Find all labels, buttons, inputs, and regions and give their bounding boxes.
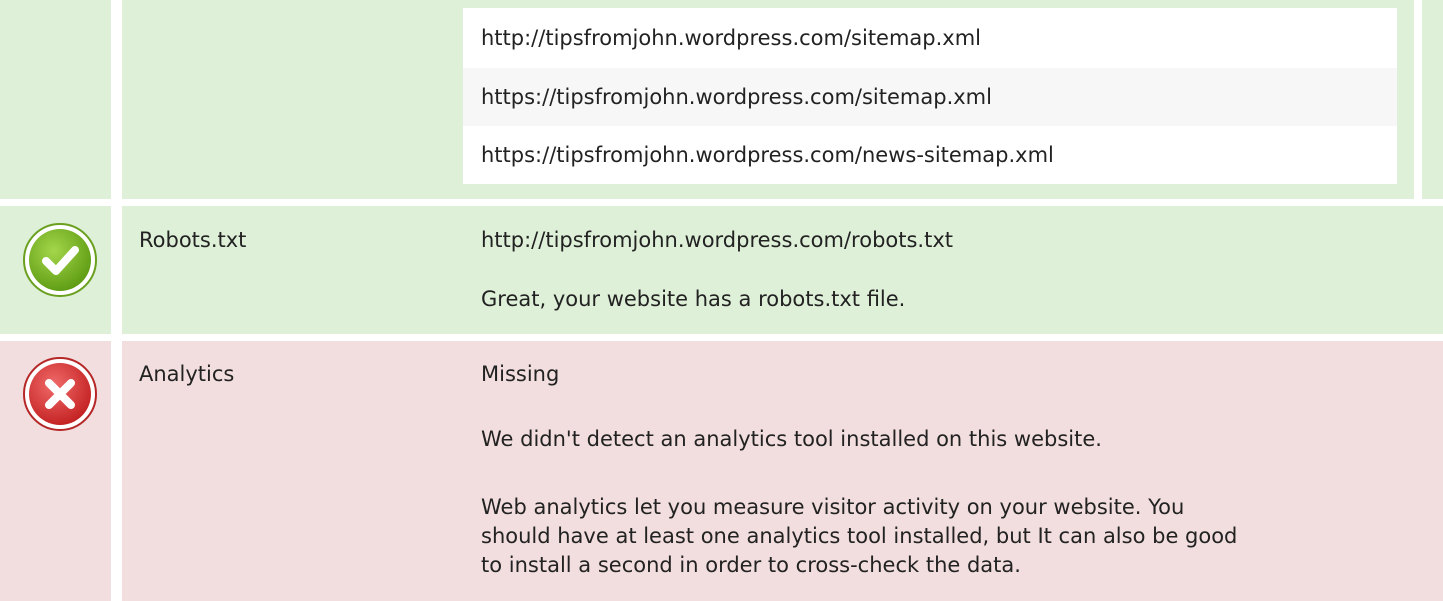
sitemap-list: http://tipsfromjohn.wordpress.com/sitema… <box>463 8 1397 184</box>
sitemap-right-gutter <box>1422 0 1443 199</box>
sitemap-url-item[interactable]: https://tipsfromjohn.wordpress.com/news-… <box>463 126 1397 184</box>
robots-value-cell <box>445 206 1443 334</box>
sitemap-url-item[interactable]: http://tipsfromjohn.wordpress.com/sitema… <box>463 8 1397 68</box>
analytics-label: Analytics <box>139 362 235 386</box>
analytics-advice: Web analytics let you measure visitor ac… <box>481 495 1238 577</box>
robots-message: Great, your website has a robots.txt fil… <box>481 287 906 311</box>
robots-label: Robots.txt <box>139 228 247 252</box>
check-icon <box>23 223 97 297</box>
sitemap-status-cell <box>0 0 111 199</box>
cross-icon <box>23 357 97 431</box>
analytics-message: We didn't detect an analytics tool insta… <box>481 427 1102 451</box>
analytics-value: Missing <box>481 362 560 386</box>
sitemap-url-item[interactable]: https://tipsfromjohn.wordpress.com/sitem… <box>463 68 1397 126</box>
sitemap-label-cell <box>122 0 445 199</box>
robots-url[interactable]: http://tipsfromjohn.wordpress.com/robots… <box>481 228 953 252</box>
robots-label-cell <box>122 206 445 334</box>
